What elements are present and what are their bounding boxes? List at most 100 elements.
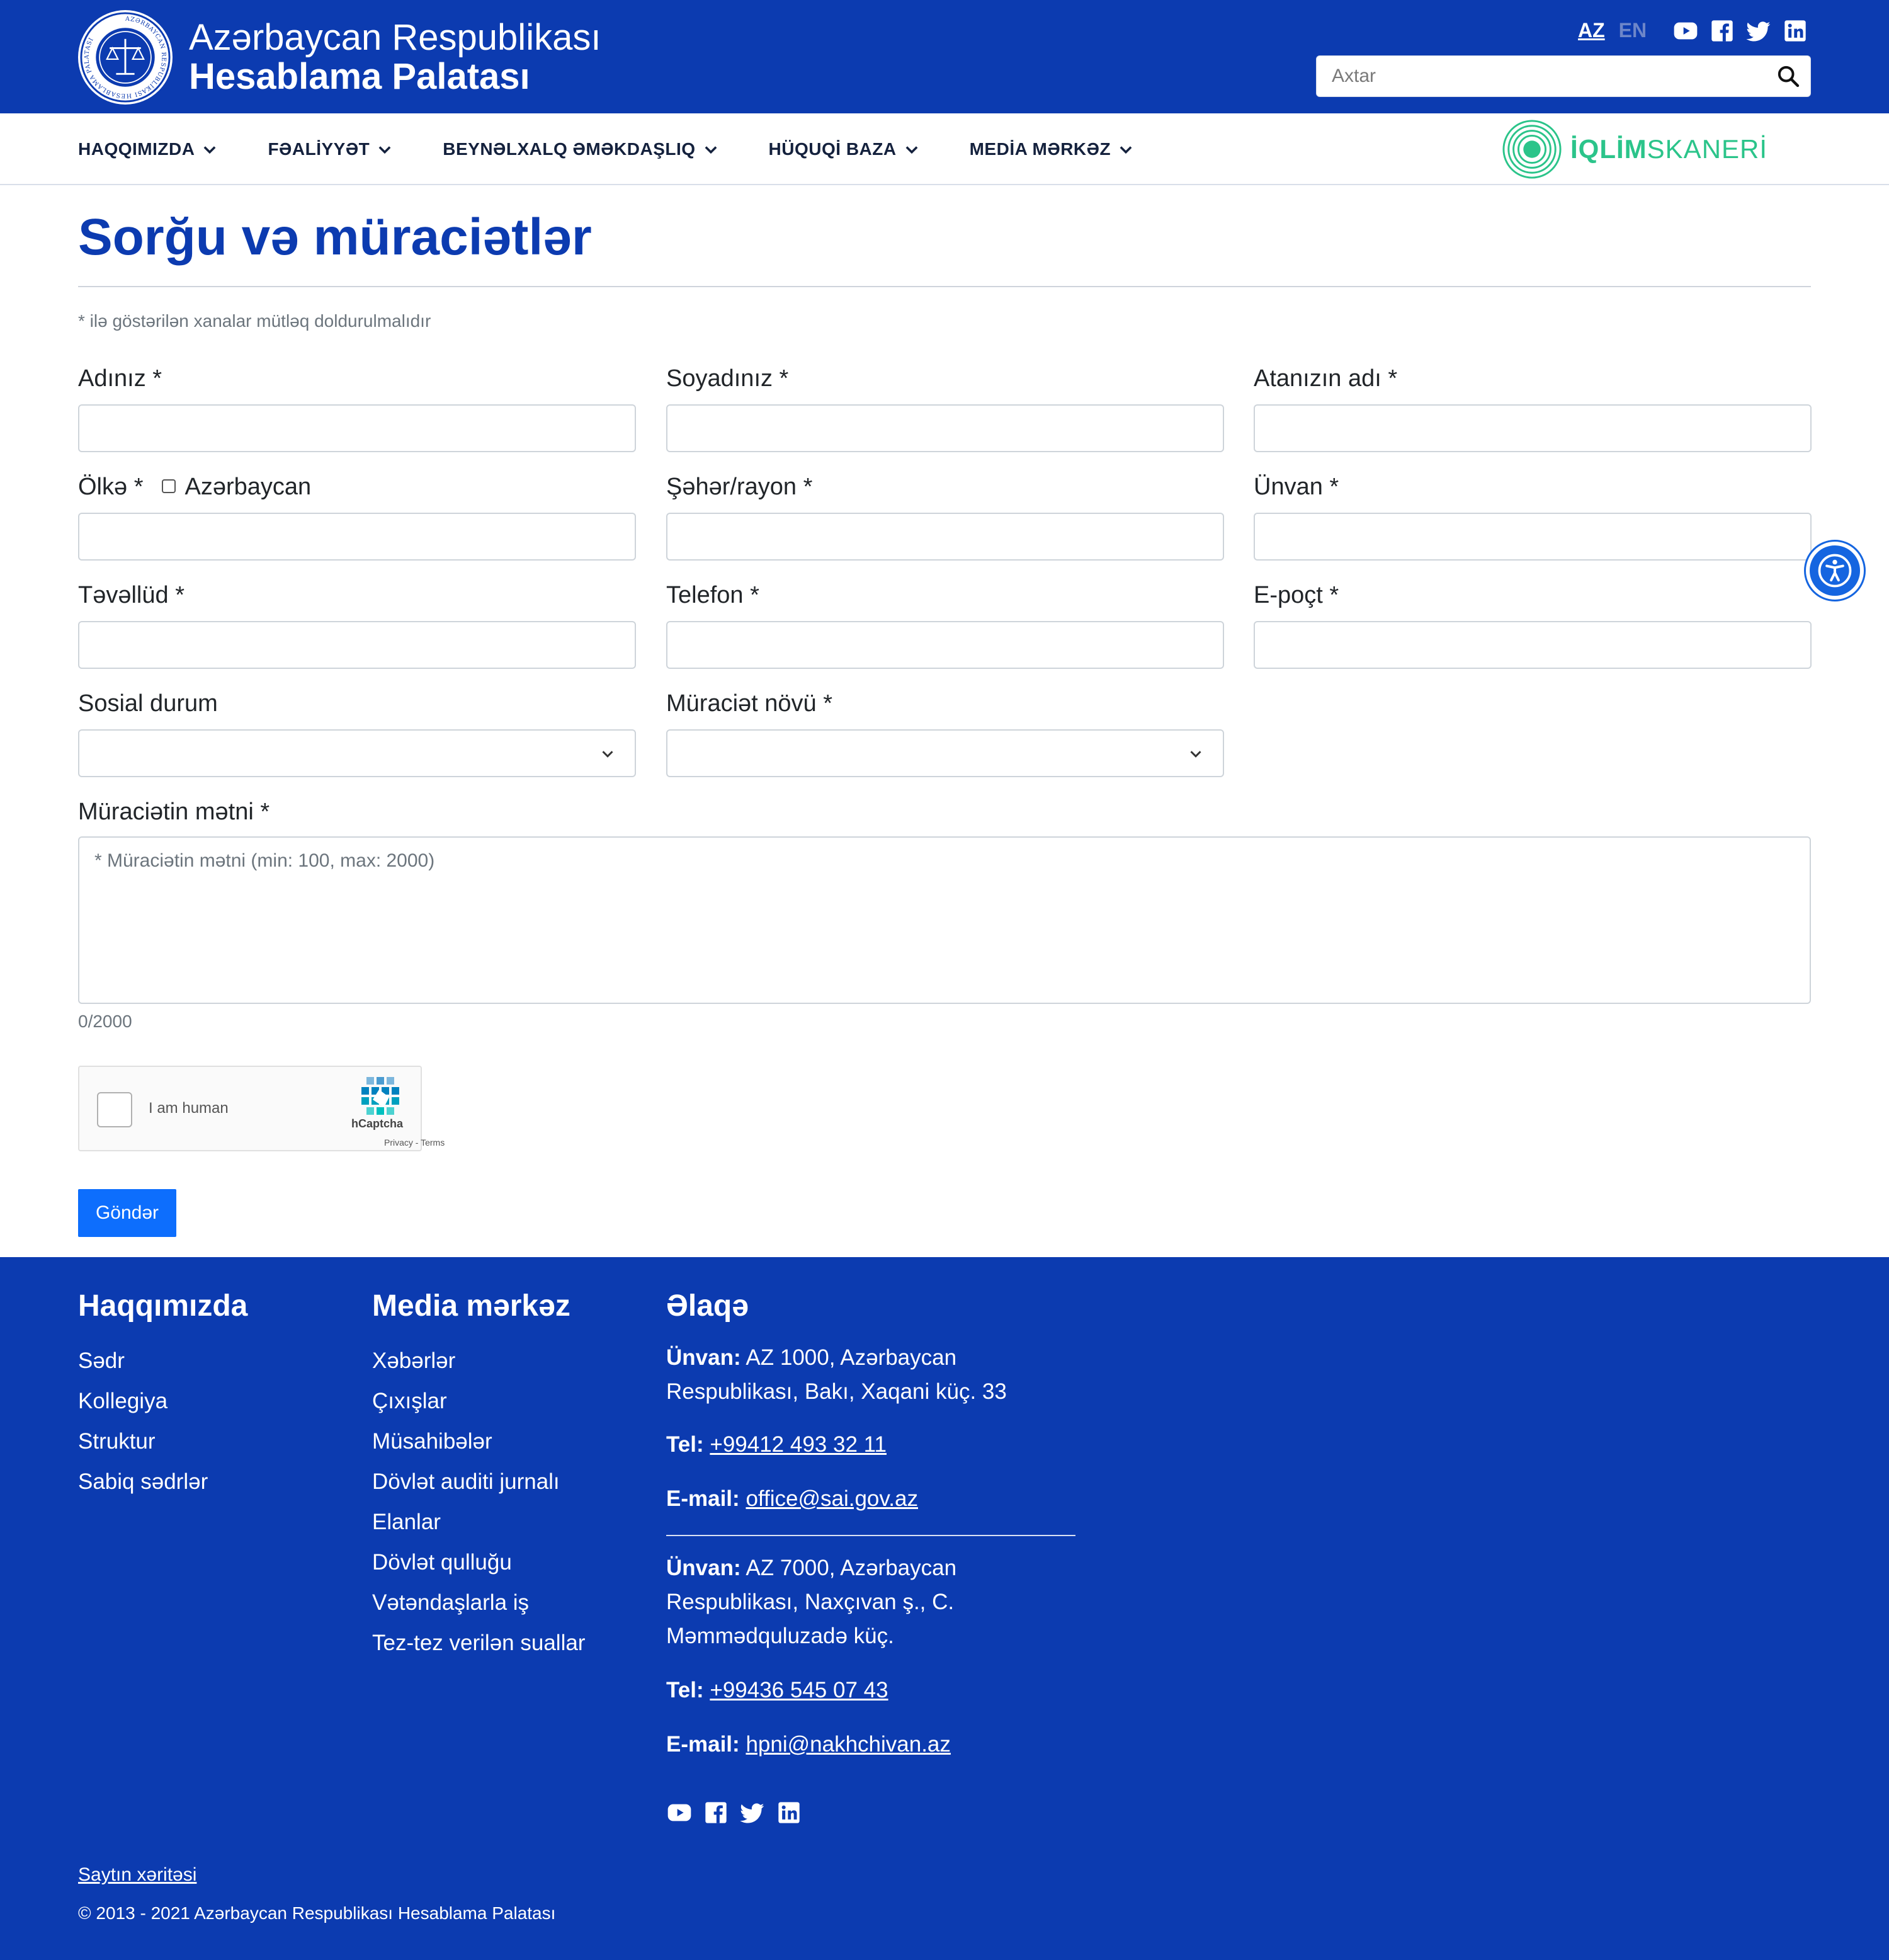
site-header: AZƏRBAYCAN RESPUBLİKASI HESABLAMA PALATA…	[0, 0, 1889, 113]
footer-about-column: Haqqımızda Sədr Kollegiya Struktur Sabiq…	[78, 1289, 247, 1502]
nav-item-label: HAQQIMIZDA	[78, 139, 195, 159]
social-status-label: Sosial durum	[78, 690, 218, 717]
chevron-down-icon	[602, 751, 613, 758]
captcha-label: I am human	[149, 1100, 229, 1117]
lang-en[interactable]: EN	[1619, 19, 1647, 42]
country-label-group: Ölkə * Azərbaycan	[78, 474, 311, 501]
org-name: Azərbaycan Respublikası Hesablama Palata…	[189, 18, 601, 96]
appeal-text-placeholder: * Müraciətin mətni (min: 100, max: 2000)	[94, 850, 435, 871]
facebook-icon[interactable]	[1709, 18, 1735, 44]
appeal-text-label: Müraciətin mətni *	[78, 799, 270, 825]
nav-item-about[interactable]: HAQQIMIZDA	[78, 139, 218, 159]
email-link[interactable]: office@sai.gov.az	[746, 1486, 918, 1511]
copyright: © 2013 - 2021 Azərbaycan Respublikası He…	[78, 1903, 556, 1923]
address-input[interactable]	[1254, 513, 1812, 561]
accessibility-icon	[1818, 554, 1852, 588]
chevron-down-icon	[705, 146, 717, 154]
city-label: Şəhər/rayon *	[666, 474, 813, 500]
page-title: Sorğu və müraciətlər	[78, 208, 592, 266]
site-footer: Haqqımızda Sədr Kollegiya Struktur Sabiq…	[0, 1257, 1889, 1960]
email-link[interactable]: hpni@nakhchivan.az	[746, 1732, 950, 1757]
phone-link[interactable]: +99436 545 07 43	[710, 1678, 888, 1702]
last-name-input[interactable]	[666, 404, 1224, 452]
org-name-line1: Azərbaycan Respublikası	[189, 17, 601, 58]
last-name-label: Soyadınız *	[666, 365, 789, 392]
iqlim-logo-icon	[1502, 120, 1562, 179]
father-name-label: Atanızın adı *	[1254, 365, 1398, 392]
lang-az[interactable]: AZ	[1578, 19, 1605, 42]
father-name-input[interactable]	[1254, 404, 1812, 452]
country-label: Ölkə *	[78, 474, 144, 500]
captcha-checkbox[interactable]	[97, 1092, 132, 1127]
search-input[interactable]	[1317, 56, 1766, 96]
chevron-down-icon	[204, 146, 216, 154]
footer-link[interactable]: Çıxışlar	[372, 1381, 585, 1422]
emblem-icon: AZƏRBAYCAN RESPUBLİKASI HESABLAMA PALATA…	[78, 10, 173, 105]
required-note: * ilə göstərilən xanalar mütləq doldurul…	[78, 311, 431, 331]
country-input[interactable]	[78, 513, 636, 561]
footer-link[interactable]: Sabiq sədrlər	[78, 1462, 247, 1502]
footer-media-column: Media mərkəz Xəbərlər Çıxışlar Müsahibəl…	[372, 1289, 585, 1663]
nav-item-label: FƏALİYYƏT	[268, 139, 370, 159]
azerbaijan-checkbox[interactable]	[162, 479, 176, 493]
nav-item-label: HÜQUQİ BAZA	[768, 139, 897, 159]
twitter-icon[interactable]	[1745, 18, 1772, 44]
submit-button[interactable]: Göndər	[78, 1189, 176, 1237]
appeal-type-label: Müraciət növü *	[666, 690, 833, 717]
footer-link[interactable]: Elanlar	[372, 1502, 585, 1542]
first-name-label: Adınız *	[78, 365, 162, 392]
birth-date-input[interactable]	[78, 621, 636, 669]
nav-item-label: MEDİA MƏRKƏZ	[969, 139, 1111, 159]
footer-media-heading: Media mərkəz	[372, 1289, 570, 1323]
chevron-down-icon	[1190, 751, 1201, 758]
appeal-type-select[interactable]	[666, 729, 1224, 777]
footer-link[interactable]: Dövlət auditi jurnalı	[372, 1462, 585, 1502]
chevron-down-icon	[378, 146, 391, 154]
birth-date-label: Təvəllüd *	[78, 582, 184, 608]
footer-link[interactable]: Müsahibələr	[372, 1422, 585, 1462]
email-label: E-poçt *	[1254, 582, 1339, 608]
search-bar	[1316, 55, 1811, 97]
phone-label: Telefon *	[666, 582, 759, 608]
youtube-icon[interactable]	[1672, 18, 1699, 44]
footer-link[interactable]: Struktur	[78, 1422, 247, 1462]
iqlim-label: İQLİMSKANERİ	[1570, 134, 1768, 164]
nav-item-media[interactable]: MEDİA MƏRKƏZ	[970, 139, 1135, 159]
youtube-icon[interactable]	[666, 1799, 693, 1826]
footer-link[interactable]: Tez-tez verilən suallar	[372, 1623, 585, 1663]
footer-link[interactable]: Kollegiya	[78, 1381, 247, 1422]
social-status-select[interactable]	[78, 729, 636, 777]
sitemap-link[interactable]: Saytın xəritəsi	[78, 1864, 196, 1886]
email-input[interactable]	[1254, 621, 1812, 669]
phone-link[interactable]: +99412 493 32 11	[710, 1432, 887, 1457]
linkedin-icon[interactable]	[776, 1799, 802, 1826]
azerbaijan-checkbox-label[interactable]: Azərbaycan	[184, 474, 311, 500]
iqlim-skaneri-banner[interactable]: İQLİMSKANERİ	[1501, 118, 1767, 180]
phone-input[interactable]	[666, 621, 1224, 669]
contact-tel-1: Tel: +99412 493 32 11	[666, 1432, 887, 1457]
nav-item-legal[interactable]: HÜQUQİ BAZA	[769, 139, 921, 159]
title-divider	[78, 286, 1811, 287]
footer-contact-heading: Əlaqə	[666, 1289, 749, 1323]
footer-link[interactable]: Xəbərlər	[372, 1341, 585, 1381]
contact-divider	[666, 1535, 1075, 1536]
site-logo[interactable]: AZƏRBAYCAN RESPUBLİKASI HESABLAMA PALATA…	[78, 10, 601, 105]
nav-item-activity[interactable]: FƏALİYYƏT	[268, 139, 394, 159]
footer-link[interactable]: Sədr	[78, 1341, 247, 1381]
first-name-input[interactable]	[78, 404, 636, 452]
accessibility-button[interactable]	[1806, 542, 1864, 600]
header-socials	[1672, 18, 1808, 44]
twitter-icon[interactable]	[739, 1799, 766, 1826]
footer-link[interactable]: Vətəndaşlarla iş	[372, 1583, 585, 1623]
city-input[interactable]	[666, 513, 1224, 561]
footer-link[interactable]: Dövlət qulluğu	[372, 1542, 585, 1583]
footer-socials	[666, 1799, 1075, 1826]
appeal-text-area[interactable]: * Müraciətin mətni (min: 100, max: 2000)	[78, 836, 1811, 1004]
facebook-icon[interactable]	[703, 1799, 729, 1826]
contact-address-1: Ünvan: AZ 1000, Azərbaycan Respublikası,…	[666, 1345, 1007, 1404]
hcaptcha-logo-icon	[361, 1077, 399, 1115]
linkedin-icon[interactable]	[1782, 18, 1808, 44]
captcha-privacy-terms[interactable]: Privacy - Terms	[384, 1137, 445, 1148]
search-icon[interactable]	[1766, 55, 1810, 97]
nav-item-international[interactable]: BEYNƏLXALQ ƏMƏKDAŞLIQ	[443, 139, 719, 159]
